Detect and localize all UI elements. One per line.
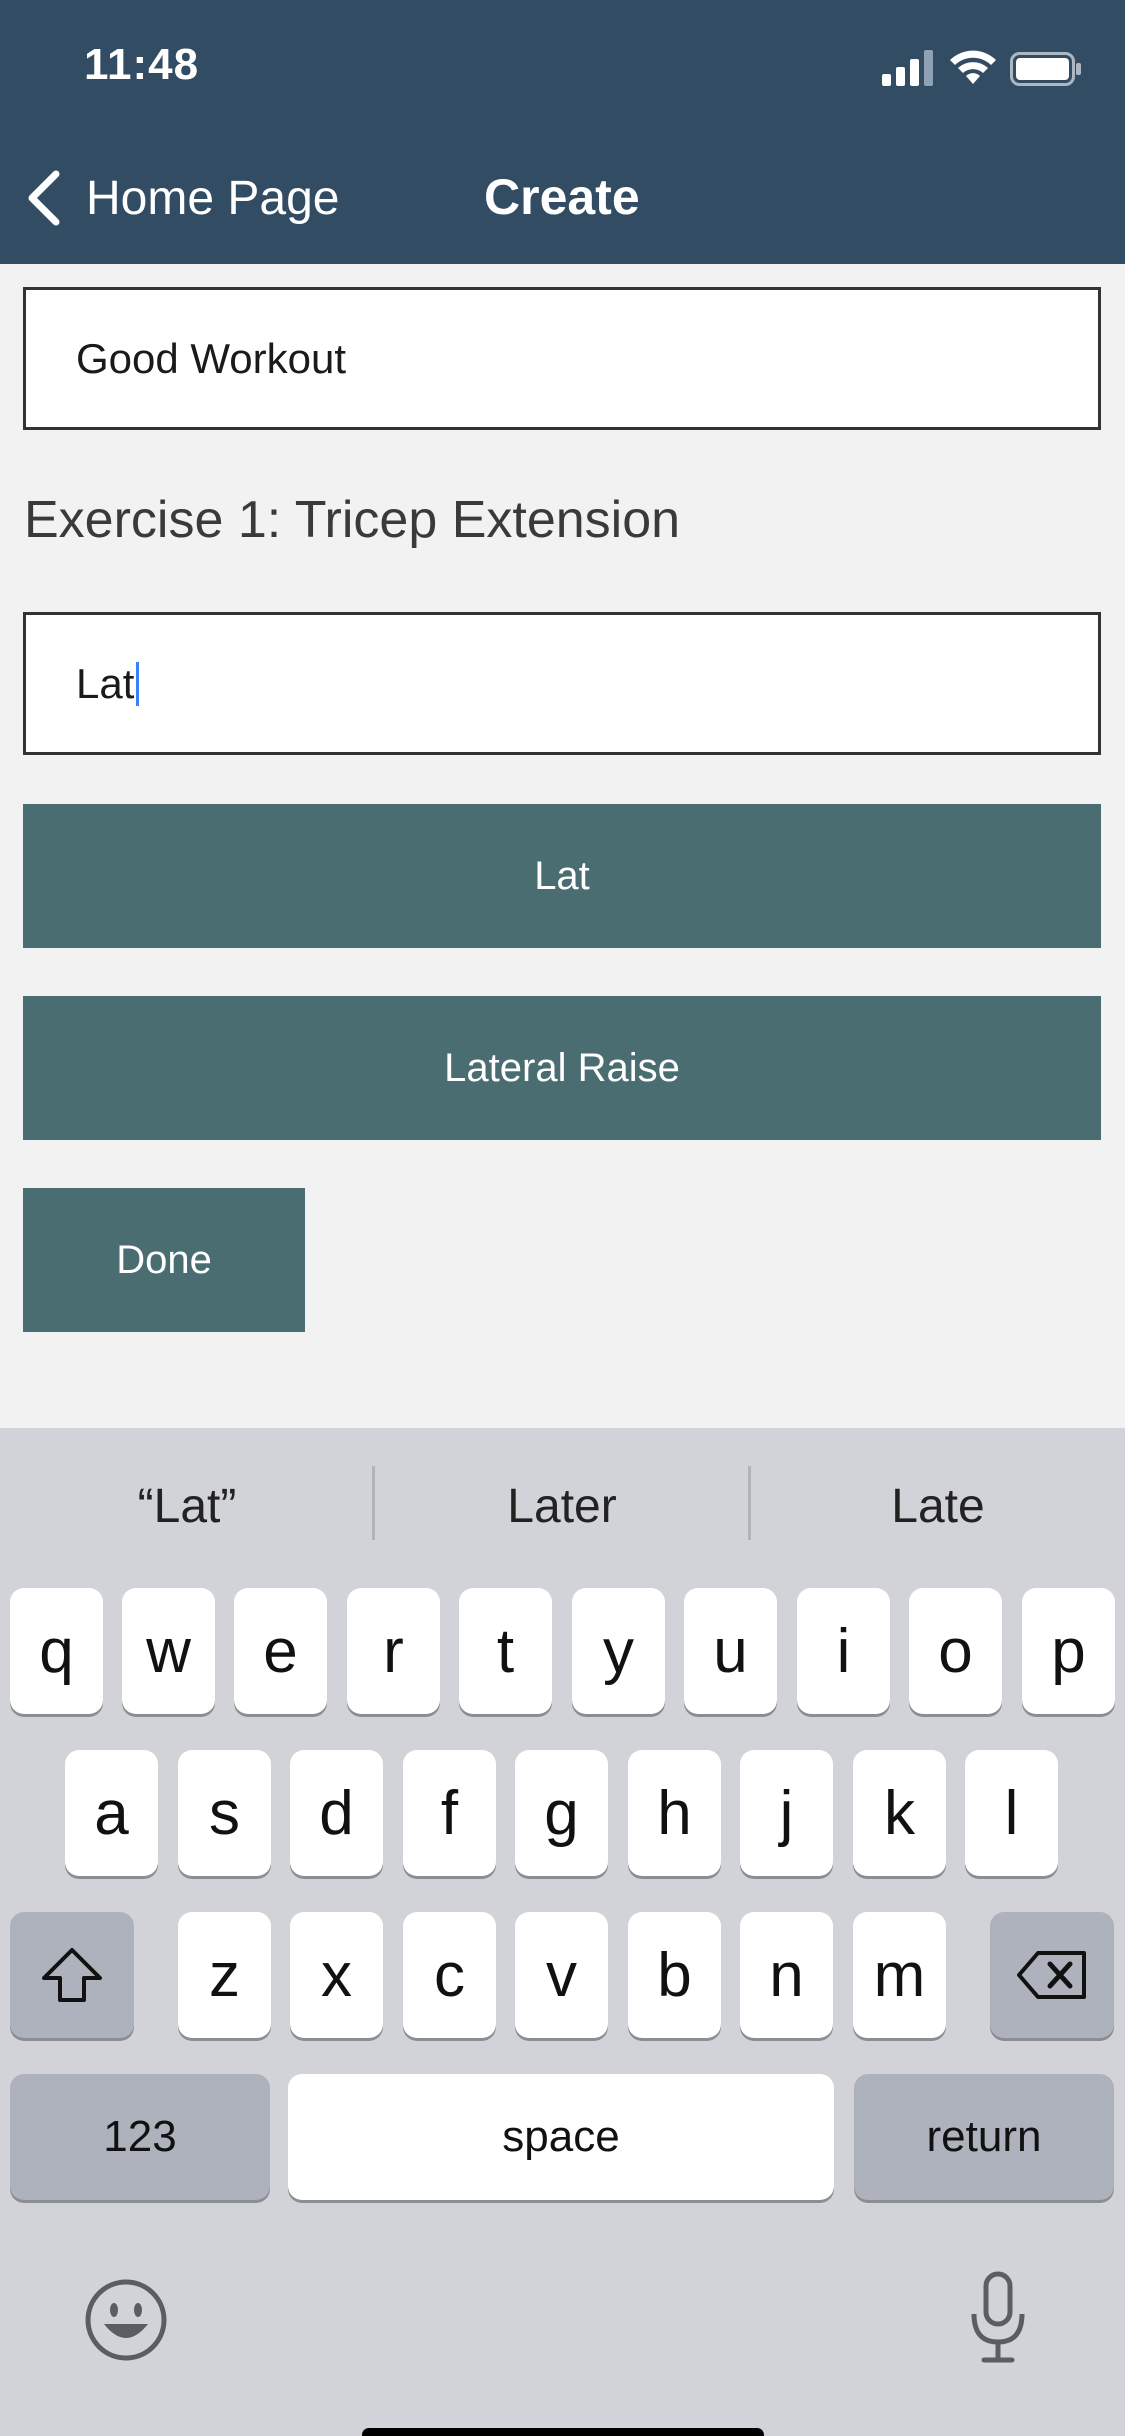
key-s[interactable]: s: [178, 1750, 271, 1876]
key-e[interactable]: e: [234, 1588, 327, 1714]
keyboard-suggestion-2[interactable]: Later: [375, 1428, 749, 1584]
key-n[interactable]: n: [740, 1912, 833, 2038]
key-l[interactable]: l: [965, 1750, 1058, 1876]
key-h[interactable]: h: [628, 1750, 721, 1876]
key-i[interactable]: i: [797, 1588, 890, 1714]
workout-name-input[interactable]: Good Workout: [23, 287, 1101, 430]
key-g[interactable]: g: [515, 1750, 608, 1876]
key-t[interactable]: t: [459, 1588, 552, 1714]
key-c[interactable]: c: [403, 1912, 496, 2038]
backspace-icon: [1017, 1951, 1086, 1999]
key-u[interactable]: u: [684, 1588, 777, 1714]
exercise-search-input[interactable]: Lat: [23, 612, 1101, 755]
page-title: Create: [484, 169, 640, 225]
key-r[interactable]: r: [347, 1588, 440, 1714]
workout-name-value: Good Workout: [76, 334, 347, 382]
numbers-key[interactable]: 123: [10, 2074, 270, 2200]
key-y[interactable]: y: [572, 1588, 665, 1714]
status-time: 11:48: [84, 40, 200, 89]
cellular-signal-icon: [882, 50, 933, 86]
suggestion-button-lateral-raise[interactable]: Lateral Raise: [23, 996, 1101, 1140]
keyboard-suggestion-1[interactable]: “Lat”: [0, 1428, 374, 1584]
back-button[interactable]: Home Page: [22, 163, 339, 233]
key-x[interactable]: x: [290, 1912, 383, 2038]
navigation-header: 11:48 Home Page Create: [0, 0, 1125, 264]
shift-icon: [42, 1948, 102, 2002]
return-key[interactable]: return: [854, 2074, 1114, 2200]
done-button[interactable]: Done: [23, 1188, 305, 1332]
exercise-title: Exercise 1: Tricep Extension: [24, 491, 681, 549]
suggestion-button-lat[interactable]: Lat: [23, 804, 1101, 948]
key-a[interactable]: a: [65, 1750, 158, 1876]
battery-icon: [1010, 52, 1081, 86]
wifi-icon: [950, 50, 996, 84]
microphone-icon[interactable]: [968, 2270, 1028, 2366]
key-z[interactable]: z: [178, 1912, 271, 2038]
exercise-search-value: Lat: [76, 659, 135, 707]
key-f[interactable]: f: [403, 1750, 496, 1876]
key-q[interactable]: q: [10, 1588, 103, 1714]
home-indicator: [362, 2428, 764, 2436]
emoji-icon[interactable]: [84, 2278, 168, 2362]
key-w[interactable]: w: [122, 1588, 215, 1714]
key-j[interactable]: j: [740, 1750, 833, 1876]
shift-key[interactable]: [10, 1912, 134, 2038]
delete-key[interactable]: [990, 1912, 1114, 2038]
keyboard: “Lat” Later Late q w e r t y u i o p a s…: [0, 1428, 1125, 2436]
chevron-left-icon: [28, 170, 60, 226]
key-p[interactable]: p: [1022, 1588, 1115, 1714]
key-m[interactable]: m: [853, 1912, 946, 2038]
key-b[interactable]: b: [628, 1912, 721, 2038]
key-o[interactable]: o: [909, 1588, 1002, 1714]
key-k[interactable]: k: [853, 1750, 946, 1876]
key-d[interactable]: d: [290, 1750, 383, 1876]
text-cursor: [136, 661, 140, 706]
back-button-label: Home Page: [86, 171, 340, 225]
space-key[interactable]: space: [288, 2074, 834, 2200]
keyboard-suggestion-3[interactable]: Late: [751, 1428, 1125, 1584]
key-v[interactable]: v: [515, 1912, 608, 2038]
